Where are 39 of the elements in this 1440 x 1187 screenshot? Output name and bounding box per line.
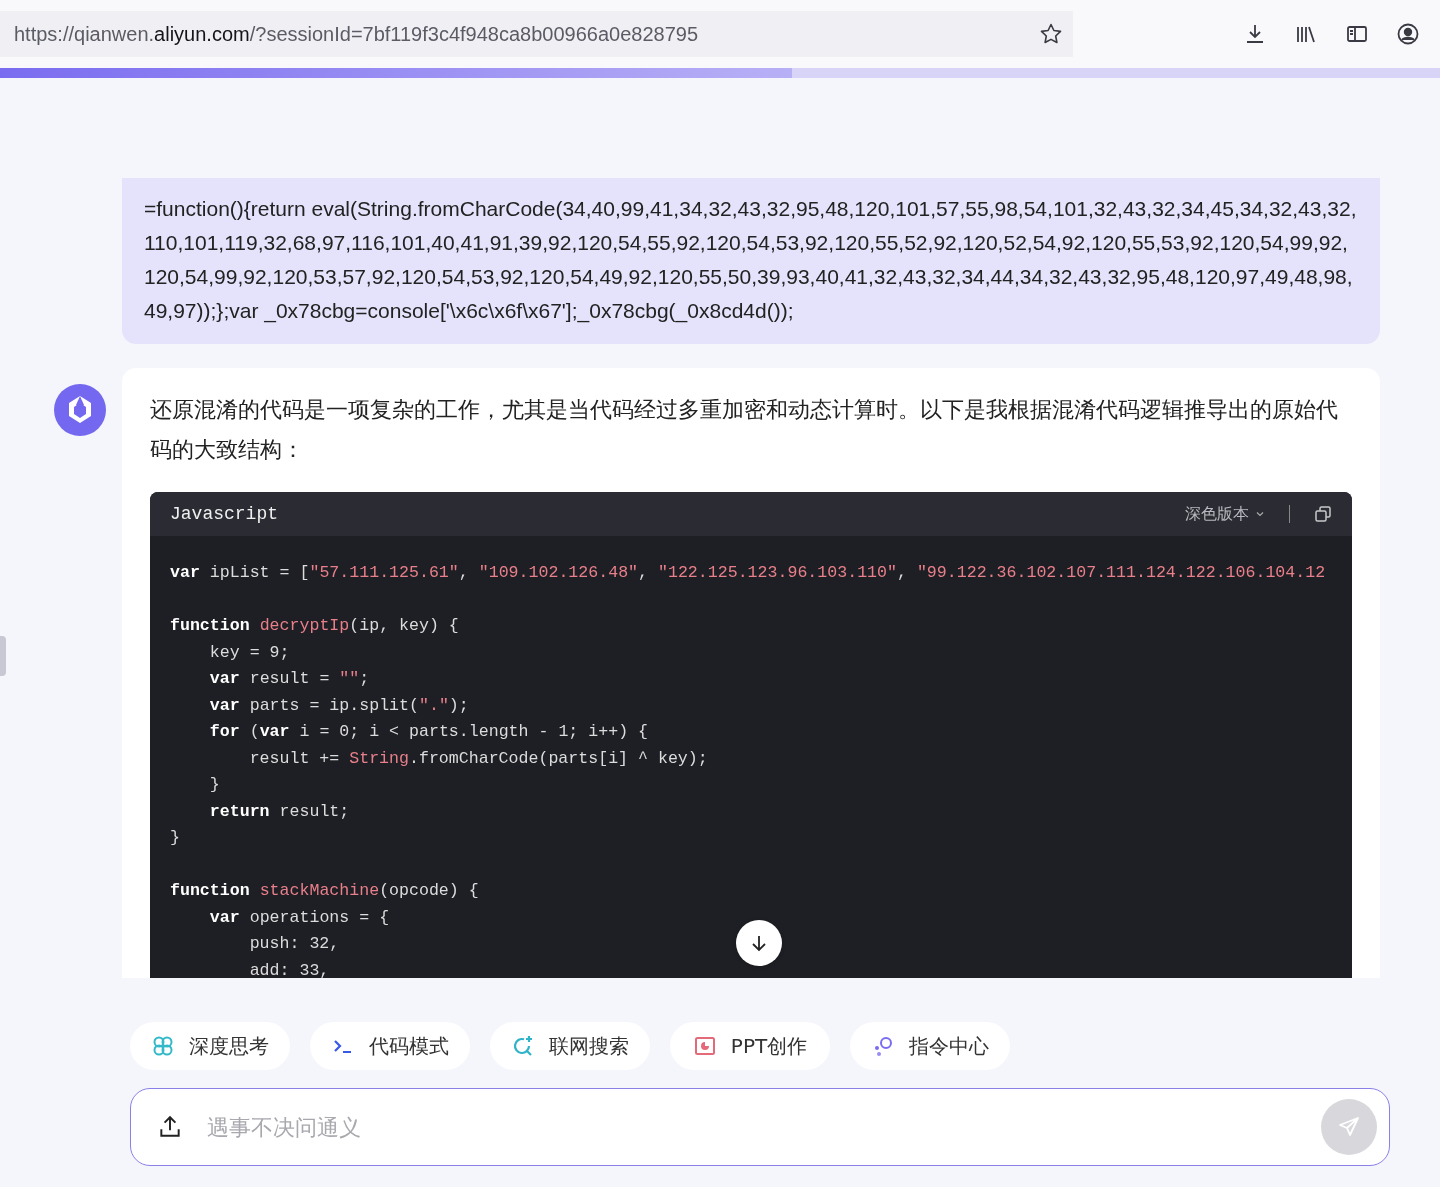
copy-icon[interactable]	[1314, 505, 1332, 523]
down-arrow-icon	[749, 933, 769, 953]
tool-chip[interactable]: 指令中心	[850, 1022, 1010, 1070]
code-line: push: 32,	[248, 934, 340, 953]
code-line: function decryptIp(ip, key) {	[170, 616, 459, 635]
code-line: function stackMachine(opcode) {	[170, 881, 479, 900]
code-line: var ipList = ["57.111.125.61", "109.102.126.48", "122.125.123.96.103.110", "99.122.36.102.107.111.124.122.106.104.12	[170, 563, 1326, 582]
code-line: var parts = ip.split(".");	[208, 695, 469, 715]
code-line: for (var i = 0; i < parts.length - 1; i++) {	[208, 722, 648, 741]
send-icon	[1337, 1115, 1361, 1139]
knot-icon	[151, 1034, 175, 1058]
tool-chip[interactable]: 代码模式	[310, 1022, 470, 1070]
tool-chip[interactable]: 深度思考	[130, 1022, 290, 1070]
code-language: Javascript	[170, 504, 279, 524]
code-line: }	[170, 828, 180, 847]
message-input[interactable]: 遇事不决问通义	[205, 1113, 1299, 1141]
message-field[interactable]: 遇事不决问通义	[130, 1088, 1390, 1166]
tool-chip[interactable]: PPT创作	[670, 1022, 830, 1070]
theme-dropdown[interactable]: 深色版本	[1185, 503, 1265, 525]
side-handle[interactable]	[0, 636, 6, 676]
code-line: var result = "";	[208, 669, 370, 688]
code-line: result += String.fromCharCode(parts[i] ^ key);	[248, 748, 708, 768]
caret-icon	[1255, 509, 1265, 519]
message-text: =function(){return eval(String.fromCharCode(34,40,99,41,34,32,43,32,95,48,120,101,57,55,98,54,101,32,43,32,34,45,34,32,43,32,110,101,119,32,68,97,116,101,40,41,91,39,92,120,54,55,92,120,54,53,92,120,55,52,92,120,52,54,92,120,55,53,92,120,54,99,92,120,54,99,92,120,53,57,92,120,54,53,92,120,54,49,92,120,55,50,39,93,40,41,32,43,32,34,44,34,32,43,32,95,48,120,97,49,48,98,49,97));};var _0x78cbg=console['\x6c\x6f\x67'];_0x78cbg(_0x8cd4d());	[144, 196, 1358, 325]
tool-chip[interactable]: 联网搜索	[490, 1022, 650, 1070]
slide-icon	[692, 1034, 717, 1058]
bookmark-star-icon[interactable]	[1039, 22, 1063, 46]
code-line: var operations = {	[208, 907, 390, 927]
code-line: return result;	[208, 801, 350, 821]
code-line: key = 9;	[208, 642, 290, 662]
account-icon[interactable]	[1396, 22, 1420, 46]
search-icon	[511, 1034, 535, 1058]
answer-text: 还原混淆的代码是一项复杂的工作，尤其是当代码经过多重加密和动态计算时。以下是我根据混淆代码逻辑推导出的原始代码的大致结构：	[150, 396, 1339, 464]
code-line: }	[208, 775, 220, 794]
code-line: add: 33,	[248, 960, 330, 978]
assistant-avatar-icon	[54, 384, 106, 436]
address-bar[interactable]: https://qianwen.aliyun.com/?sessionId=7bf119f3c4f948ca8b00966a0e828795	[0, 11, 1073, 57]
upload-icon[interactable]	[157, 1114, 183, 1140]
url-text: https://qianwen.aliyun.com/?sessionId=7bf119f3c4f948ca8b00966a0e828795	[14, 22, 699, 46]
